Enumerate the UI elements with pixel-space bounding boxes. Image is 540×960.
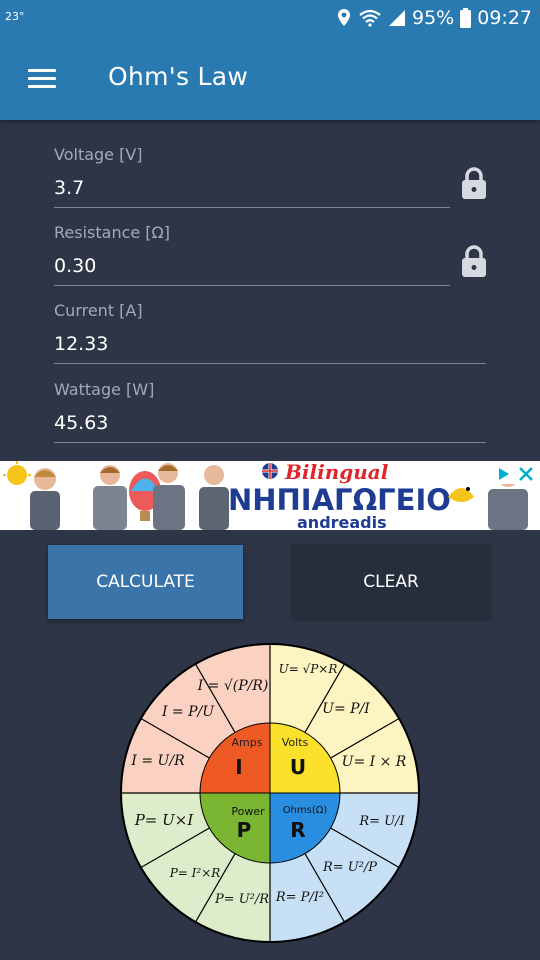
formula-p-u2r: P= U²/R	[214, 892, 269, 907]
volts-symbol: U	[290, 755, 306, 779]
ohms-law-wheel: Amps I Volts U Power P Ohms(Ω) R I = √(P…	[120, 643, 420, 943]
temperature-text: 23°	[5, 10, 25, 23]
formula-r-pi2: R= P/I²	[275, 890, 324, 905]
app-title: Ohm's Law	[108, 62, 249, 91]
resistance-field[interactable]: Resistance [Ω] 0.30	[54, 223, 450, 286]
app-bar: Ohm's Law	[0, 38, 540, 120]
voltage-lock-icon[interactable]	[460, 167, 488, 199]
resistance-input[interactable]: 0.30	[54, 255, 450, 286]
resistance-label: Resistance [Ω]	[54, 223, 171, 242]
wattage-field[interactable]: Wattage [W] 45.63	[54, 380, 486, 443]
formula-p-ui: P= U×I	[134, 811, 195, 829]
ad-brand: andreadis	[297, 513, 387, 530]
location-icon	[338, 9, 350, 26]
wattage-input[interactable]: 45.63	[54, 412, 486, 443]
ohms-symbol: R	[290, 818, 305, 842]
menu-icon[interactable]	[28, 69, 56, 89]
formula-u-ir: U= I × R	[342, 754, 407, 770]
status-right: 95% 09:27	[336, 6, 532, 30]
formula-p-i2r: P= I²×R	[169, 866, 221, 880]
signal-icon	[389, 10, 405, 26]
clock-text: 09:27	[477, 7, 532, 29]
amps-label: Amps	[232, 736, 263, 749]
clear-button[interactable]: CLEAR	[292, 545, 490, 619]
formula-i-pu: I = P/U	[161, 704, 215, 720]
power-label: Power	[231, 805, 265, 818]
formula-u-pi: U= P/I	[322, 701, 370, 717]
current-field[interactable]: Current [A] 12.33	[54, 301, 486, 364]
formula-u-sqrt: U= √P×R	[279, 662, 338, 676]
voltage-input[interactable]: 3.7	[54, 177, 450, 208]
amps-symbol: I	[235, 755, 242, 779]
voltage-label: Voltage [V]	[54, 145, 143, 164]
battery-icon	[460, 8, 472, 28]
ohms-label: Ohms(Ω)	[283, 805, 328, 816]
formula-i-ur: I = U/R	[130, 753, 185, 769]
volts-label: Volts	[282, 736, 309, 749]
ad-title: ΝΗΠΙΑΓΩΓΕΙΟ	[228, 483, 451, 517]
current-label: Current [A]	[54, 301, 143, 320]
battery-percent: 95%	[412, 7, 455, 29]
power-symbol: P	[237, 818, 252, 842]
ad-headline: Bilingual	[284, 461, 389, 484]
current-input[interactable]: 12.33	[54, 333, 486, 364]
formula-i-sqrt: I = √(P/R)	[197, 678, 269, 694]
calculate-button[interactable]: CALCULATE	[48, 545, 243, 619]
formula-r-ui: R= U/I	[358, 814, 405, 829]
resistance-lock-icon[interactable]	[460, 245, 488, 277]
ad-artwork: Bilingual ΝΗΠΙΑΓΩΓΕΙΟ andreadis	[3, 461, 538, 530]
voltage-field[interactable]: Voltage [V] 3.7	[54, 145, 450, 208]
wattage-label: Wattage [W]	[54, 380, 155, 399]
wifi-icon	[359, 9, 381, 27]
ad-banner[interactable]: Bilingual ΝΗΠΙΑΓΩΓΕΙΟ andreadis	[0, 461, 540, 530]
formula-r-u2p: R= U²/P	[322, 860, 377, 875]
status-bar: 23° 95% 09:27	[0, 0, 540, 38]
